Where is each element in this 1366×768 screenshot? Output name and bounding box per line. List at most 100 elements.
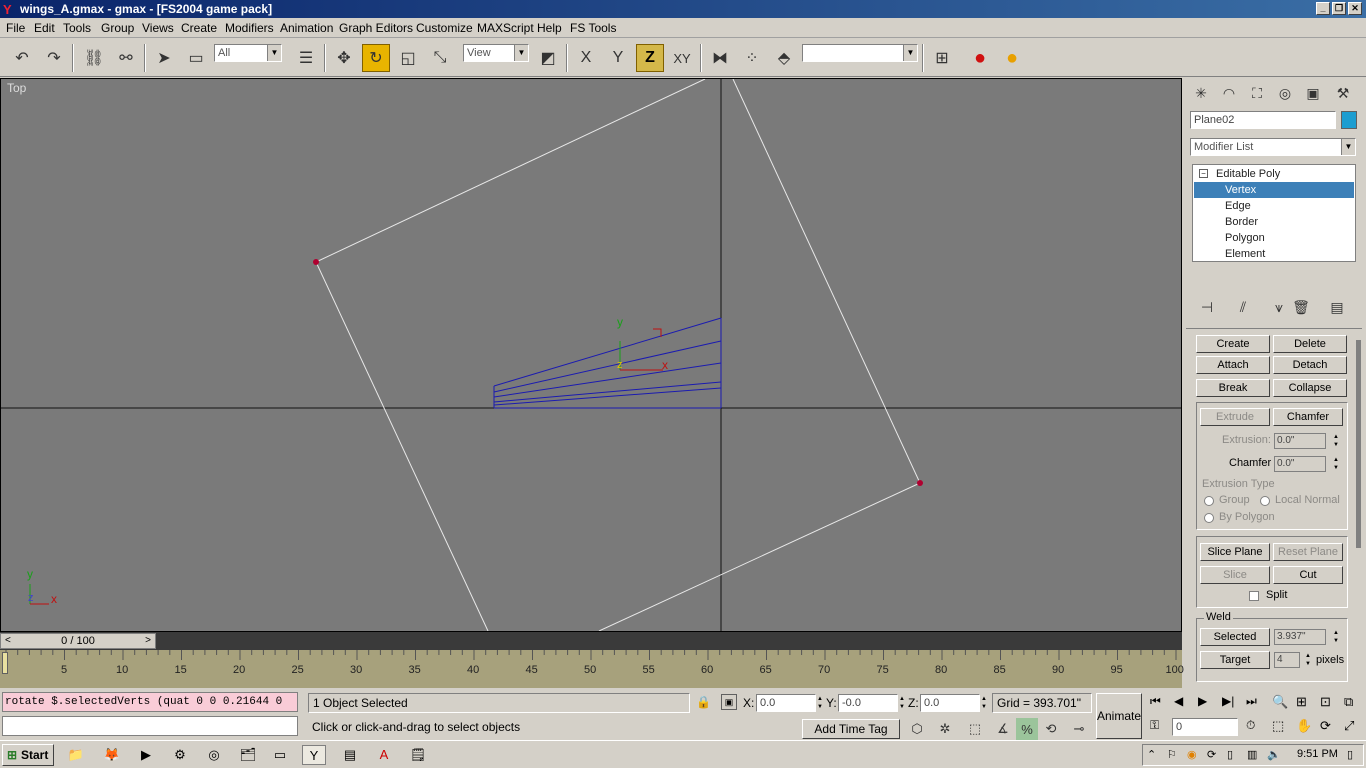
sync-icon[interactable]: ⟳ [1207, 748, 1216, 761]
slice-plane-button[interactable]: Slice Plane [1200, 543, 1270, 561]
motion-tab-icon[interactable]: ◎ [1272, 80, 1298, 106]
maxscript-mini-listener-input[interactable] [2, 716, 298, 736]
display-tab-icon[interactable]: ▣ [1300, 80, 1326, 106]
object-color-swatch[interactable] [1341, 111, 1357, 129]
group-radio[interactable] [1204, 496, 1214, 506]
attach-button[interactable]: Attach [1196, 356, 1270, 374]
by-polygon-radio[interactable] [1204, 513, 1214, 523]
wing-mesh[interactable] [493, 317, 722, 409]
configure-sets-icon[interactable]: ▤ [1324, 294, 1350, 320]
redo-icon[interactable]: ↷ [40, 44, 68, 72]
prev-frame-icon[interactable]: < [5, 634, 11, 648]
explorer-icon[interactable]: 📁 [64, 745, 88, 765]
time-slider[interactable]: < 0 / 100 > [0, 632, 1182, 650]
animate-button[interactable]: Animate [1096, 693, 1142, 739]
previous-frame-icon[interactable]: ◀ [1174, 694, 1183, 708]
next-frame-icon[interactable]: > [145, 634, 151, 648]
extrude-button[interactable]: Extrude [1200, 408, 1270, 426]
select-and-manipulate-icon[interactable]: ⤡ [426, 44, 454, 72]
gizmo-plane-handle[interactable] [653, 328, 662, 337]
select-and-scale-icon[interactable]: ◱ [394, 44, 422, 72]
stack-item-polygon[interactable]: Polygon [1194, 230, 1354, 246]
zoom-extents-icon[interactable]: ⊡ [1320, 694, 1331, 710]
snap-toggle-icon[interactable]: ✲ [934, 718, 956, 740]
folder-icon[interactable]: 🗂 [236, 745, 260, 765]
menu-create[interactable]: Create [181, 21, 217, 35]
local-normal-radio[interactable] [1260, 496, 1270, 506]
volume-icon[interactable]: 🔈 [1267, 748, 1281, 761]
stack-item-border[interactable]: Border [1194, 214, 1354, 230]
detach-button[interactable]: Detach [1273, 356, 1347, 374]
create-button[interactable]: Create [1196, 335, 1270, 353]
menu-tools[interactable]: Tools [63, 21, 91, 35]
zoom-all-icon[interactable]: ⊞ [1296, 694, 1307, 710]
select-and-move-icon[interactable]: ✥ [330, 44, 358, 72]
device-icon[interactable]: ▯ [1227, 748, 1233, 761]
angle-snap-icon[interactable]: ∡ [992, 718, 1014, 740]
spinner-arrows-icon[interactable]: ▲ ▼ [980, 695, 988, 711]
time-config-icon[interactable]: ⏱ [1246, 718, 1255, 733]
zoom-icon[interactable]: 🔍 [1272, 694, 1288, 710]
shaded-view-icon[interactable]: ⬡ [906, 718, 928, 740]
maxscript-listener-output[interactable]: rotate $.selectedVerts (quat 0 0 0.21644… [2, 692, 298, 712]
network-status-icon[interactable]: ▥ [1247, 748, 1257, 761]
chamfer-spinner[interactable]: 0.0" [1274, 456, 1326, 472]
go-to-start-icon[interactable]: ⏮ [1150, 694, 1161, 709]
stack-editable-poly[interactable]: − Editable Poly [1194, 166, 1354, 182]
spinner-snap-icon[interactable]: ⟲ [1040, 718, 1062, 740]
menu-edit[interactable]: Edit [34, 21, 55, 35]
reference-coordinate-dropdown[interactable]: View ▼ [463, 44, 529, 62]
key-mode-icon[interactable]: ⚿ [1150, 718, 1159, 733]
restrict-to-xy-button[interactable]: XY [668, 44, 696, 72]
absolute-mode-icon[interactable]: ▣ [721, 694, 737, 710]
browser-icon[interactable]: ◎ [202, 745, 226, 765]
notepad-icon[interactable]: 🗒 [406, 745, 430, 765]
stack-item-edge[interactable]: Edge [1194, 198, 1354, 214]
show-desktop-icon[interactable]: ▯ [1347, 748, 1353, 761]
restrict-to-y-button[interactable]: Y [604, 44, 632, 72]
top-viewport[interactable]: Top y x z y x z [0, 78, 1182, 632]
stack-item-element[interactable]: Element [1194, 246, 1354, 262]
selection-filter-dropdown[interactable]: All ▼ [214, 44, 282, 62]
acrobat-icon[interactable]: A [372, 745, 396, 765]
add-time-tag-button[interactable]: Add Time Tag [802, 719, 900, 739]
show-end-result-icon[interactable]: ⫽ [1230, 294, 1256, 320]
track-bar[interactable]: 5 10 15 20 25 30 35 40 45 50 55 60 65 70 75 80 85 90 95 100 [0, 650, 1184, 688]
modify-tab-icon[interactable]: ◠ [1216, 80, 1242, 106]
window-icon[interactable]: ▭ [268, 745, 292, 765]
menu-modifiers[interactable]: Modifiers [225, 21, 274, 35]
vertex-point[interactable] [917, 480, 923, 486]
modifier-list-dropdown[interactable]: Modifier List ▼ [1190, 138, 1356, 156]
x-coordinate-field[interactable]: 0.0 [756, 694, 816, 712]
stack-item-vertex[interactable]: Vertex [1194, 182, 1354, 198]
track-bar-current-frame[interactable] [2, 652, 8, 674]
select-and-link-icon[interactable]: ⛓ [80, 44, 108, 72]
menu-maxscript[interactable]: MAXScript [477, 21, 534, 35]
object-name-field[interactable]: Plane02 [1190, 111, 1336, 129]
pivot-center-icon[interactable]: ◩ [534, 44, 562, 72]
spinner-arrows-icon[interactable]: ▲ ▼ [1332, 629, 1340, 645]
collapse-button[interactable]: Collapse [1273, 379, 1347, 397]
menu-graph-editors[interactable]: Graph Editors [339, 21, 413, 35]
pin-stack-icon[interactable]: ⊣ [1194, 294, 1220, 320]
current-frame-field[interactable]: 0 [1172, 718, 1238, 736]
arc-rotate-icon[interactable]: ⟳ [1320, 718, 1331, 734]
menu-animation[interactable]: Animation [280, 21, 333, 35]
menu-group[interactable]: Group [101, 21, 134, 35]
go-to-end-icon[interactable]: ⏭ [1246, 694, 1257, 709]
firefox-icon[interactable]: 🦊 [100, 745, 124, 765]
chamfer-button[interactable]: Chamfer [1273, 408, 1343, 426]
start-button[interactable]: ⊞ Start [2, 744, 54, 766]
weld-threshold-spinner[interactable]: 3.937" [1274, 629, 1326, 645]
utilities-tab-icon[interactable]: ⚒ [1330, 80, 1356, 106]
gmax-taskbar-icon[interactable]: Y [302, 745, 326, 765]
weld-target-button[interactable]: Target [1200, 651, 1270, 669]
media-player-icon[interactable]: ▶ [134, 745, 158, 765]
next-frame-icon[interactable]: ▶| [1222, 694, 1234, 708]
gmax-app-icon[interactable]: Y [3, 2, 12, 17]
zoom-extents-all-icon[interactable]: ⧉ [1344, 694, 1353, 710]
spinner-arrows-icon[interactable]: ▲ ▼ [1332, 456, 1340, 472]
collapse-icon[interactable]: − [1199, 169, 1208, 178]
box-mode-icon[interactable]: ⬚ [964, 718, 986, 740]
document-icon[interactable]: ▤ [338, 745, 362, 765]
